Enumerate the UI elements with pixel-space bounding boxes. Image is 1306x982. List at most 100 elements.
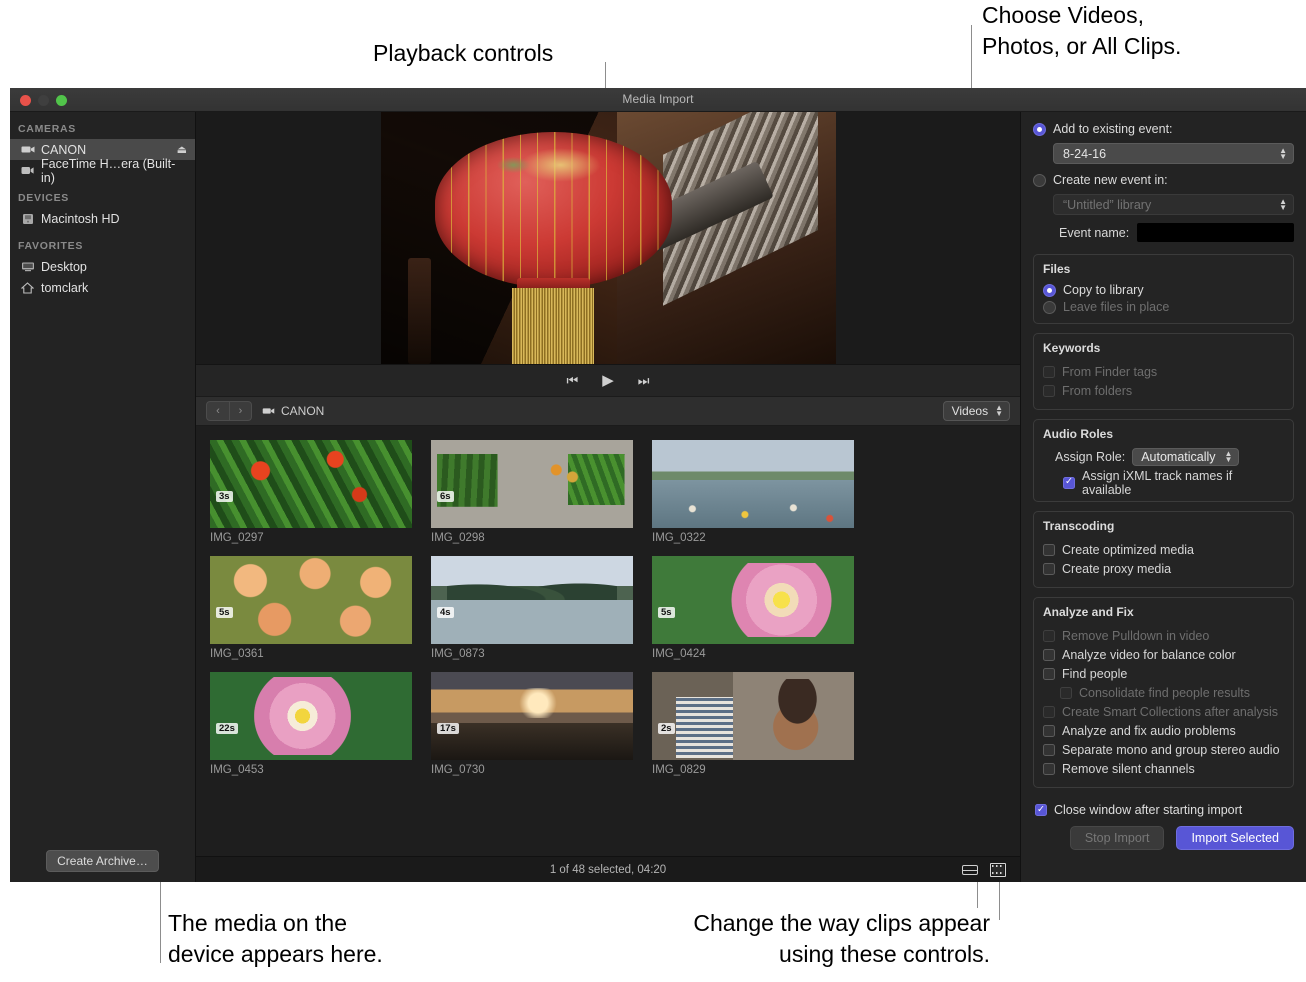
copy-to-library-radio-row[interactable]: Copy to library — [1043, 283, 1284, 297]
filmstrip-view-icon[interactable] — [990, 863, 1006, 877]
remove-pulldown-label: Remove Pulldown in video — [1062, 629, 1209, 643]
close-window-after-import-row[interactable]: Close window after starting import — [1035, 803, 1294, 817]
chevron-updown-icon: ▲▼ — [1279, 199, 1287, 211]
from-folders-label: From folders — [1062, 384, 1132, 398]
checkbox-icon[interactable] — [1043, 649, 1055, 661]
clip-thumbnail[interactable]: 17s — [431, 672, 633, 760]
create-archive-button[interactable]: Create Archive… — [46, 850, 159, 872]
remove-pulldown-row[interactable]: Remove Pulldown in video — [1043, 626, 1284, 645]
clip-filename: IMG_0829 — [652, 760, 854, 776]
sidebar-item-macintosh-hd[interactable]: Macintosh HD — [10, 208, 195, 229]
from-finder-tags-row[interactable]: From Finder tags — [1043, 362, 1284, 381]
create-optimized-media-row[interactable]: Create optimized media — [1043, 540, 1284, 559]
find-people-row[interactable]: Find people — [1043, 664, 1284, 683]
clip-duration-badge: 4s — [437, 607, 454, 618]
chevron-updown-icon: ▲▼ — [995, 405, 1003, 417]
radio-icon[interactable] — [1043, 301, 1056, 314]
new-event-library-select[interactable]: “Untitled” library ▲▼ — [1053, 194, 1294, 215]
separate-mono-stereo-row[interactable]: Separate mono and group stereo audio — [1043, 740, 1284, 759]
existing-event-select[interactable]: 8-24-16 ▲▼ — [1053, 143, 1294, 164]
clip-cell[interactable]: 4s IMG_0873 — [431, 556, 633, 660]
create-proxy-media-row[interactable]: Create proxy media — [1043, 559, 1284, 578]
assign-role-select[interactable]: Automatically ▲▼ — [1132, 448, 1239, 466]
clip-duration-badge: 5s — [216, 607, 233, 618]
clip-cell[interactable]: 5s IMG_0424 — [652, 556, 854, 660]
clip-cell[interactable]: 15s IMG_0322 — [652, 440, 854, 544]
analyze-fix-audio-row[interactable]: Analyze and fix audio problems — [1043, 721, 1284, 740]
checkbox-icon[interactable] — [1060, 687, 1072, 699]
clip-cell[interactable]: 2s IMG_0829 — [652, 672, 854, 776]
radio-icon[interactable] — [1043, 284, 1056, 297]
clip-cell[interactable]: 3s IMG_0297 — [210, 440, 412, 544]
create-smart-collections-row[interactable]: Create Smart Collections after analysis — [1043, 702, 1284, 721]
event-name-row: Event name: — [1033, 223, 1294, 242]
selection-status-text: 1 of 48 selected, 04:20 — [196, 864, 1020, 876]
camera-icon — [262, 404, 275, 418]
assign-ixml-row[interactable]: Assign iXML track names if available — [1043, 473, 1284, 492]
clip-thumbnail[interactable]: 3s — [210, 440, 412, 528]
radio-icon[interactable] — [1033, 174, 1046, 187]
checkbox-icon[interactable] — [1043, 385, 1055, 397]
checkbox-icon[interactable] — [1043, 668, 1055, 680]
clip-thumbnail[interactable]: 4s — [431, 556, 633, 644]
checkbox-icon[interactable] — [1063, 477, 1075, 489]
checkbox-icon[interactable] — [1043, 563, 1055, 575]
create-new-event-radio-row[interactable]: Create new event in: — [1033, 173, 1294, 187]
leave-files-in-place-radio-row[interactable]: Leave files in place — [1043, 300, 1284, 314]
clip-cell[interactable]: 5s IMG_0361 — [210, 556, 412, 660]
clip-thumbnail[interactable]: 22s — [210, 672, 412, 760]
import-selected-button[interactable]: Import Selected — [1176, 826, 1294, 850]
clip-duration-badge: 22s — [216, 723, 238, 734]
checkbox-icon[interactable] — [1043, 630, 1055, 642]
leader-line-viewcontrols-left — [977, 878, 978, 908]
play-icon[interactable]: ▶ — [602, 373, 614, 388]
callout-media-here: The media on the device appears here. — [168, 908, 383, 970]
callout-choose-videos: Choose Videos, Photos, or All Clips. — [982, 0, 1181, 62]
skip-next-icon[interactable]: ⏭ — [638, 374, 650, 387]
checkbox-icon[interactable] — [1043, 763, 1055, 775]
clip-cell[interactable]: 6s IMG_0298 — [431, 440, 633, 544]
media-type-filter-select[interactable]: Videos ▲▼ — [943, 401, 1010, 421]
clip-thumbnail[interactable]: 6s — [431, 440, 633, 528]
checkbox-icon[interactable] — [1043, 744, 1055, 756]
create-smart-collections-label: Create Smart Collections after analysis — [1062, 705, 1278, 719]
from-folders-row[interactable]: From folders — [1043, 381, 1284, 400]
clip-cell[interactable]: 17s IMG_0730 — [431, 672, 633, 776]
list-view-icon[interactable] — [962, 863, 978, 877]
clip-thumbnail[interactable]: 5s — [210, 556, 412, 644]
nav-source: CANON — [262, 404, 324, 418]
sidebar-item-tomclark[interactable]: tomclark — [10, 277, 195, 298]
checkbox-icon[interactable] — [1043, 544, 1055, 556]
sidebar-item-desktop[interactable]: Desktop — [10, 256, 195, 277]
filter-popup-container: Videos ▲▼ — [943, 401, 1010, 421]
event-name-input[interactable] — [1137, 223, 1294, 242]
clip-thumbnail[interactable]: 15s — [652, 440, 854, 528]
eject-icon[interactable]: ⏏ — [177, 143, 187, 156]
window-title: Media Import — [10, 92, 1306, 106]
checkbox-icon[interactable] — [1043, 725, 1055, 737]
analyze-balance-color-label: Analyze video for balance color — [1062, 648, 1236, 662]
sidebar-item-facetime-camera[interactable]: FaceTime H…era (Built-in) — [10, 160, 195, 181]
event-name-label: Event name: — [1059, 226, 1129, 240]
radio-icon[interactable] — [1033, 123, 1046, 136]
remove-silent-channels-row[interactable]: Remove silent channels — [1043, 759, 1284, 778]
transcoding-group: Transcoding Create optimized media Creat… — [1033, 511, 1294, 588]
leader-line-viewcontrols-right — [999, 878, 1000, 920]
checkbox-icon[interactable] — [1035, 804, 1047, 816]
consolidate-find-people-row[interactable]: Consolidate find people results — [1043, 683, 1284, 702]
assign-role-label: Assign Role: — [1055, 450, 1125, 464]
clip-cell[interactable]: 22s IMG_0453 — [210, 672, 412, 776]
add-to-existing-event-radio-row[interactable]: Add to existing event: — [1033, 122, 1294, 136]
stop-import-button[interactable]: Stop Import — [1070, 826, 1165, 850]
skip-previous-icon[interactable]: ⏮ — [567, 374, 579, 387]
checkbox-icon[interactable] — [1043, 706, 1055, 718]
chevron-right-icon[interactable]: › — [229, 402, 251, 420]
analyze-balance-color-row[interactable]: Analyze video for balance color — [1043, 645, 1284, 664]
nav-arrows-segmented-control[interactable]: ‹ › — [206, 401, 252, 421]
checkbox-icon[interactable] — [1043, 366, 1055, 378]
clip-thumbnail[interactable]: 5s — [652, 556, 854, 644]
clip-filename: IMG_0873 — [431, 644, 633, 660]
chevron-left-icon[interactable]: ‹ — [207, 402, 229, 420]
clip-thumbnail[interactable]: 2s — [652, 672, 854, 760]
analyze-and-fix-group-title: Analyze and Fix — [1043, 605, 1284, 619]
